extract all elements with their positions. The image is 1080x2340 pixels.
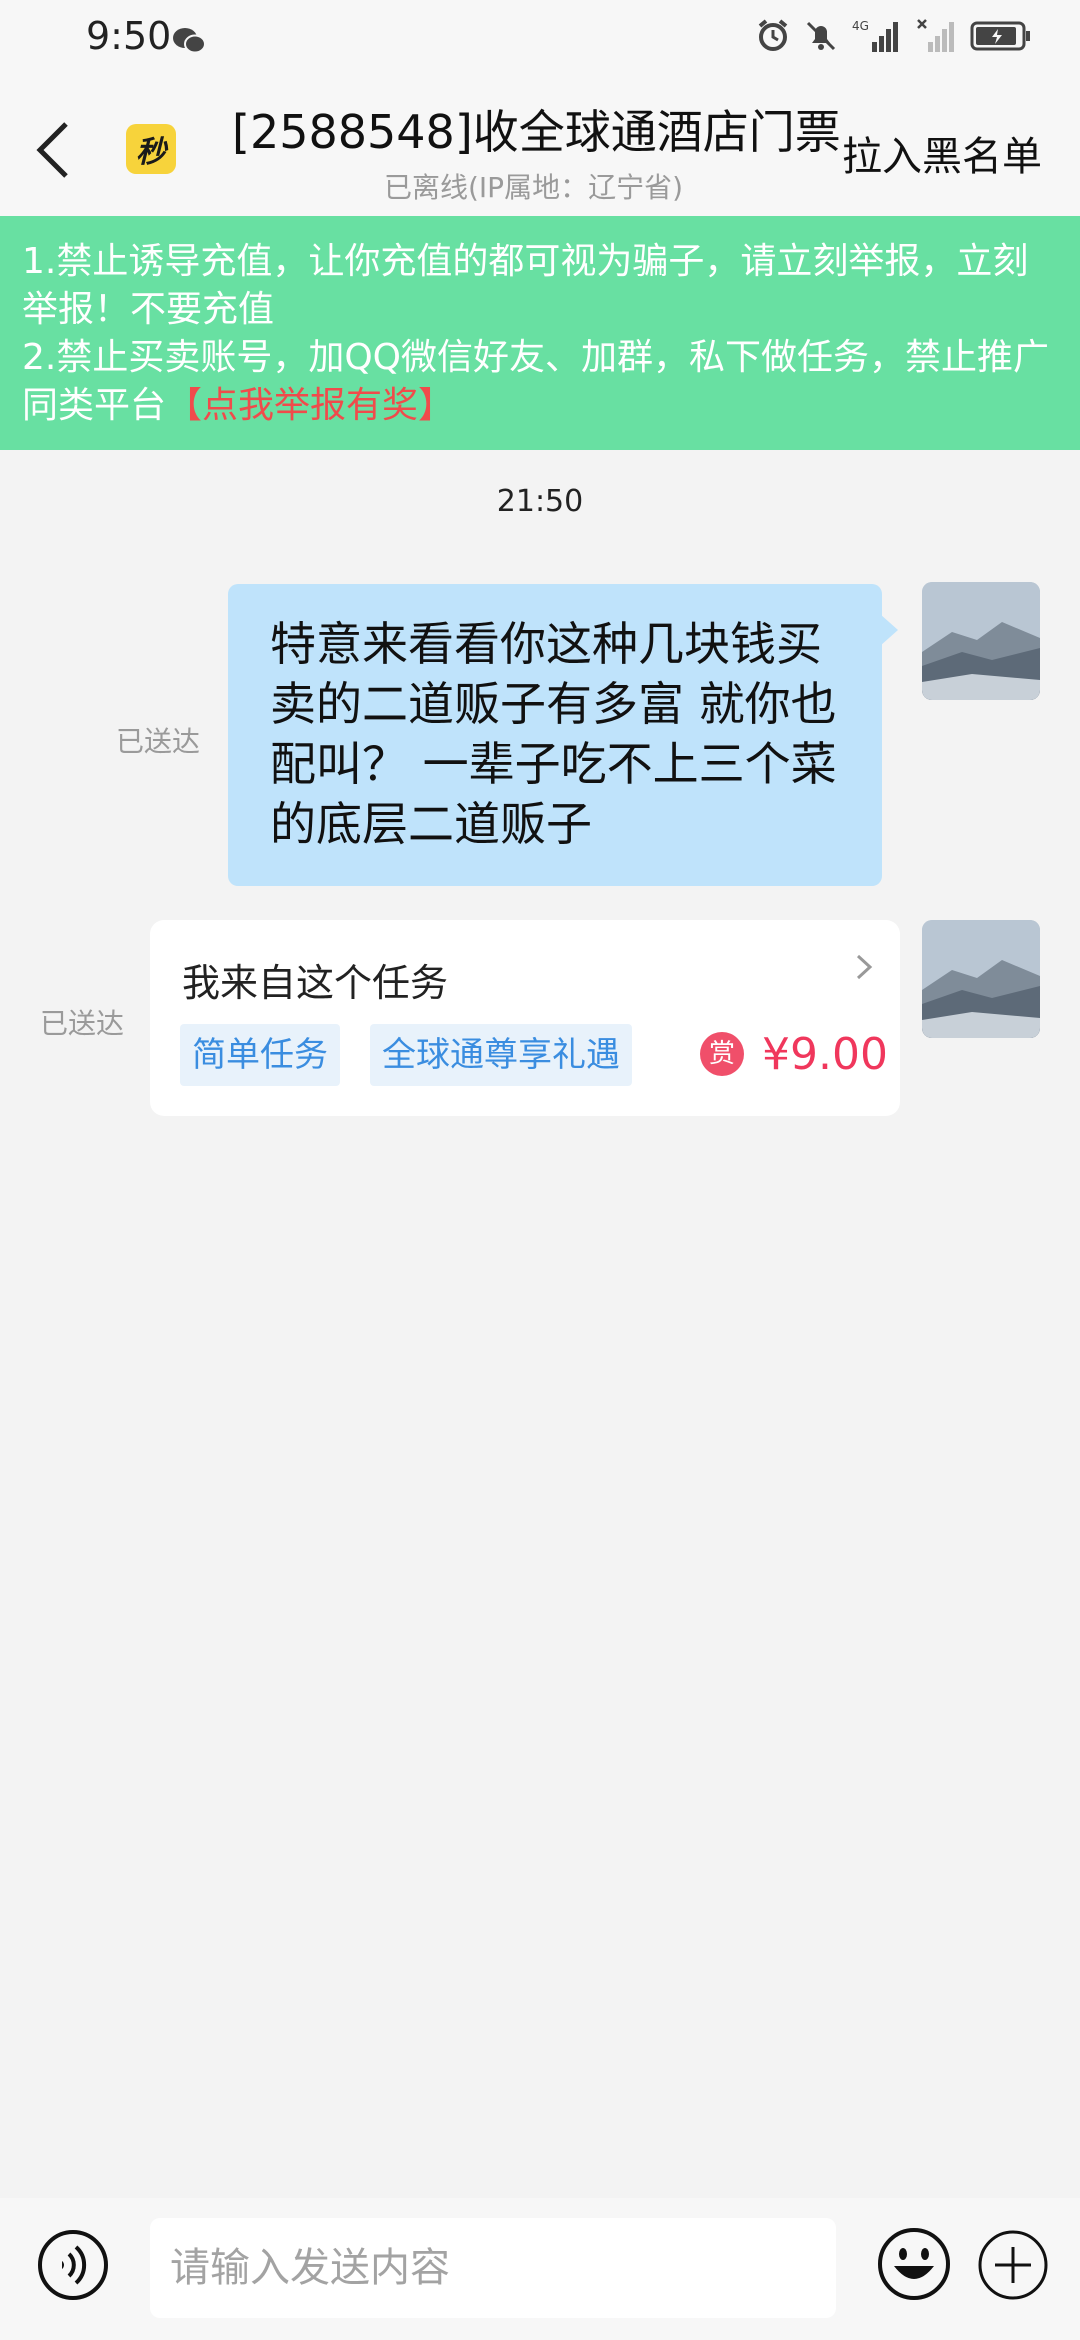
plus-icon: [978, 2230, 1048, 2300]
avatar[interactable]: [922, 920, 1040, 1038]
notice-line-2: 2.禁止买卖账号，加QQ微信好友、加群，私下做任务，禁止推广同类平台【点我举报有…: [22, 334, 1060, 430]
bubble-tail: [880, 614, 898, 646]
avatar-image: [922, 920, 1040, 1038]
wechat-icon: [172, 26, 206, 60]
blacklist-button[interactable]: 拉入黑名单: [842, 124, 1042, 182]
battery-charging-icon: [970, 21, 1030, 51]
time-divider: 21:50: [496, 484, 584, 519]
status-icons: 4G: [756, 18, 1032, 54]
avatar-image: [922, 582, 1040, 700]
voice-button[interactable]: [36, 2228, 110, 2302]
report-link[interactable]: 【点我举报有奖】: [166, 385, 454, 426]
no-signal-icon: [917, 19, 954, 52]
task-tag: 全球通尊享礼遇: [370, 1024, 632, 1086]
alarm-icon: [758, 19, 788, 51]
input-bar: [0, 2198, 1080, 2340]
reward-amount: ¥9.00: [762, 1029, 888, 1080]
signal-icon: 4G: [852, 19, 898, 52]
status-time: 9:50: [86, 14, 172, 58]
reward-icon: 赏: [700, 1032, 744, 1076]
message-bubble[interactable]: 特意来看看你这种几块钱买卖的二道贩子有多富 就你也配叫？ 一辈子吃不上三个菜的底…: [228, 584, 882, 886]
chat-header: 秒 [2588548]收全球通酒店门票 已离线(IP属地：辽宁省) 拉入黑名单: [0, 80, 1080, 216]
app-logo: 秒: [126, 124, 176, 174]
notice-line-1: 1.禁止诱导充值，让你充值的都可视为骗子，请立刻举报，立刻举报！不要充值: [22, 241, 1029, 330]
message-status: 已送达: [40, 1007, 125, 1040]
chevron-left-icon: [36, 122, 68, 178]
chevron-right-icon: [854, 952, 874, 986]
task-card[interactable]: 我来自这个任务 简单任务 全球通尊享礼遇 赏 ¥9.00: [150, 920, 900, 1116]
chat-subtitle: 已离线(IP属地：辽宁省): [384, 171, 683, 204]
task-card-title: 我来自这个任务: [182, 961, 449, 1005]
status-bar: 9:50 4G: [0, 0, 1080, 80]
chat-title: [2588548]收全球通酒店门票: [232, 105, 841, 159]
back-button[interactable]: [34, 120, 74, 180]
voice-icon: [38, 2230, 108, 2300]
message-status: 已送达: [116, 725, 201, 758]
task-tag: 简单任务: [180, 1024, 340, 1086]
message-input[interactable]: [150, 2218, 836, 2318]
emoji-button[interactable]: [876, 2226, 952, 2302]
avatar[interactable]: [922, 582, 1040, 700]
warning-banner: 1.禁止诱导充值，让你充值的都可视为骗子，请立刻举报，立刻举报！不要充值 2.禁…: [0, 216, 1080, 450]
mute-icon: [806, 21, 836, 51]
emoji-icon: [878, 2228, 950, 2300]
more-button[interactable]: [976, 2228, 1050, 2302]
network-label: 4G: [852, 19, 869, 33]
